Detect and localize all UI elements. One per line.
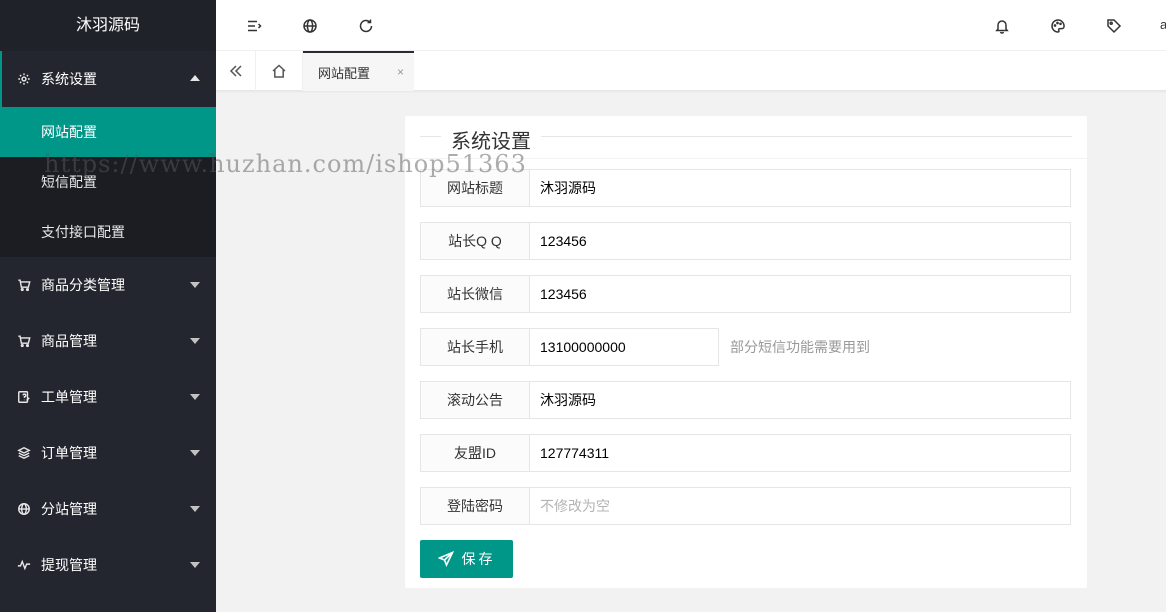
menu-toggle-icon [246,18,262,34]
tab-bar: 网站配置 × [216,51,1166,91]
send-icon [437,551,462,567]
save-button-label: 保存 [461,551,496,567]
chevron-down-icon [190,394,200,400]
form-row-site-title: 网站标题 [420,169,1071,207]
sidebar: 沐羽源码 系统设置 网站配置 短信配置 支付接口配置 商品分类管理 商品管理 工… [0,0,216,612]
gear-icon [16,71,32,87]
sidebar-item-ticket-management[interactable]: 工单管理 [0,369,216,425]
globe-icon [302,18,318,34]
sidebar-item-label: 商品分类管理 [41,277,125,293]
sidebar-item-label: 商品管理 [41,333,97,349]
divider [405,158,1087,159]
form-row-scroll-notice: 滚动公告 [420,381,1071,419]
bell-icon [994,18,1010,34]
cart-icon [16,333,32,349]
tab-scroll-left-button[interactable] [216,51,256,91]
field-label: 站长Q Q [420,222,530,260]
sidebar-item-label: 订单管理 [41,445,97,461]
admin-phone-input[interactable] [530,328,719,366]
settings-card: 系统设置 网站标题 站长Q Q 站长微信 站长手机 部分短信功能需要用到 滚动公… [405,116,1087,588]
chevron-down-icon [190,506,200,512]
login-password-input[interactable] [530,487,1071,525]
double-chevron-left-icon [228,63,244,79]
refresh-button[interactable] [338,0,394,51]
globe-icon [16,501,32,517]
palette-icon [1050,18,1066,34]
sidebar-item-product-management[interactable]: 商品管理 [0,313,216,369]
field-label: 网站标题 [420,169,530,207]
tab-site-config[interactable]: 网站配置 × [303,51,414,91]
form-row-umeng-id: 友盟ID [420,434,1071,472]
form-row-login-password: 登陆密码 [420,487,1071,525]
sidebar-item-label: 分站管理 [41,501,97,517]
form-row-admin-qq: 站长Q Q [420,222,1071,260]
sidebar-subitem-sms-config[interactable]: 短信配置 [0,157,216,207]
chevron-down-icon [190,338,200,344]
save-button[interactable]: 保存 [420,540,513,578]
tag-icon [1106,18,1122,34]
cart-icon [16,277,32,293]
sidebar-item-category-management[interactable]: 商品分类管理 [0,257,216,313]
pulse-icon [16,557,32,573]
form-row-admin-phone: 站长手机 部分短信功能需要用到 [420,328,870,366]
scroll-notice-input[interactable] [530,381,1071,419]
sidebar-item-order-management[interactable]: 订单管理 [0,425,216,481]
notification-button[interactable] [974,0,1030,51]
tab-home[interactable] [256,51,303,91]
site-title-input[interactable] [530,169,1071,207]
sidebar-item-label: 系统设置 [41,71,97,87]
submenu: 网站配置 短信配置 支付接口配置 [0,107,216,257]
chevron-down-icon [190,450,200,456]
sidebar-subitem-payment-config[interactable]: 支付接口配置 [0,207,216,257]
form-title: 系统设置 [441,125,541,154]
admin-qq-input[interactable] [530,222,1071,260]
tab-label: 网站配置 [318,65,371,81]
admin-wechat-input[interactable] [530,275,1071,313]
field-tip: 部分短信功能需要用到 [730,339,870,355]
sidebar-item-system-settings[interactable]: 系统设置 [0,51,216,107]
ticket-icon [16,389,32,405]
layers-icon [16,445,32,461]
sidebar-item-label: 工单管理 [41,389,97,405]
chevron-down-icon [190,282,200,288]
field-label: 友盟ID [420,434,530,472]
sidebar-item-label: 提现管理 [41,557,97,573]
field-label: 登陆密码 [420,487,530,525]
tag-button[interactable] [1086,0,1142,51]
app-logo: 沐羽源码 [0,0,216,51]
menu-toggle-button[interactable] [226,0,282,51]
sidebar-item-substation-management[interactable]: 分站管理 [0,481,216,537]
refresh-icon [358,18,374,34]
top-header: a [216,0,1166,51]
home-icon [271,63,287,79]
umeng-id-input[interactable] [530,434,1071,472]
form-row-admin-wechat: 站长微信 [420,275,1071,313]
sidebar-subitem-site-config[interactable]: 网站配置 [0,107,216,157]
field-label: 站长手机 [420,328,530,366]
chevron-down-icon [190,562,200,568]
chevron-up-icon [190,75,200,81]
field-label: 滚动公告 [420,381,530,419]
field-label: 站长微信 [420,275,530,313]
tab-close-icon[interactable]: × [397,65,404,79]
website-button[interactable] [282,0,338,51]
theme-button[interactable] [1030,0,1086,51]
sidebar-item-withdraw-management[interactable]: 提现管理 [0,537,216,593]
user-menu[interactable]: a [1160,17,1166,32]
